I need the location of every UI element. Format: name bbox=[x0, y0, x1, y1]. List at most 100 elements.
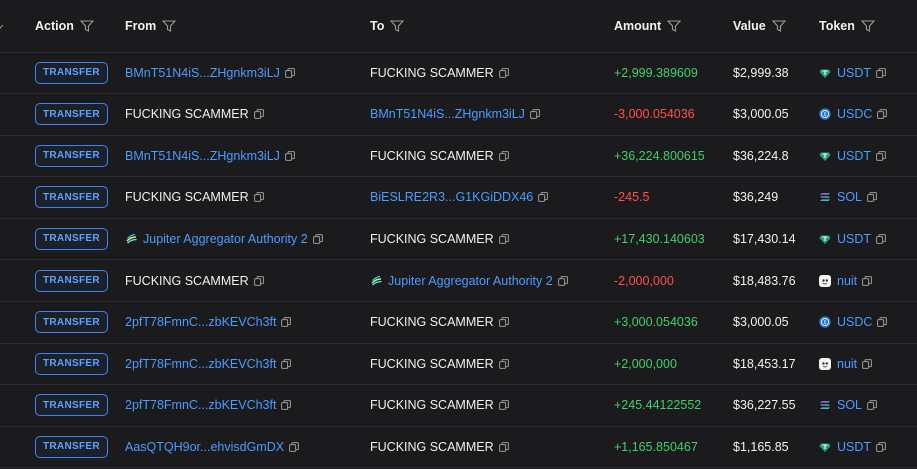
action-badge[interactable]: TRANSFER bbox=[35, 394, 108, 417]
value-cell: $3,000.05 bbox=[733, 302, 789, 343]
copy-icon[interactable] bbox=[253, 275, 264, 286]
action-cell: TRANSFER bbox=[35, 302, 108, 343]
action-badge[interactable]: TRANSFER bbox=[35, 61, 108, 84]
copy-icon[interactable] bbox=[498, 67, 509, 78]
copy-icon[interactable] bbox=[862, 275, 873, 286]
column-header-label: From bbox=[125, 19, 157, 33]
to-cell: FUCKING SCAMMER bbox=[370, 135, 509, 176]
action-badge[interactable]: TRANSFER bbox=[35, 186, 108, 209]
token-link[interactable]: USDC bbox=[837, 315, 872, 329]
copy-icon[interactable] bbox=[538, 192, 549, 203]
token-link[interactable]: USDT bbox=[837, 232, 871, 246]
column-header-from[interactable]: From bbox=[125, 0, 177, 52]
copy-icon[interactable] bbox=[285, 67, 295, 78]
action-badge[interactable]: TRANSFER bbox=[35, 269, 108, 292]
usdc-icon bbox=[819, 108, 831, 120]
copy-icon[interactable] bbox=[253, 192, 264, 203]
copy-icon[interactable] bbox=[289, 441, 299, 452]
to-cell: BMnT51N4iS...ZHgnkm3iLJ bbox=[370, 94, 540, 135]
table-row[interactable]: TRANSFER Jupiter Aggregator Authority 2 … bbox=[0, 218, 917, 261]
token-link[interactable]: USDT bbox=[837, 66, 871, 80]
copy-icon[interactable] bbox=[867, 192, 877, 203]
table-row[interactable]: TRANSFER AasQTQH9or...ehvisdGmDX FUCKING… bbox=[0, 426, 917, 469]
copy-icon[interactable] bbox=[498, 317, 509, 327]
from-address[interactable]: Jupiter Aggregator Authority 2 bbox=[143, 232, 308, 246]
token-link[interactable]: USDT bbox=[837, 149, 871, 163]
copy-icon[interactable] bbox=[498, 233, 509, 244]
copy-icon[interactable] bbox=[877, 317, 888, 327]
from-address[interactable]: BMnT51N4iS...ZHgnkm3iLJ bbox=[125, 66, 280, 80]
copy-icon[interactable] bbox=[557, 275, 568, 286]
action-cell: TRANSFER bbox=[35, 218, 108, 259]
action-badge[interactable]: TRANSFER bbox=[35, 144, 108, 167]
action-badge[interactable]: TRANSFER bbox=[35, 227, 108, 250]
table-row[interactable]: TRANSFER FUCKING SCAMMER Jupiter Aggrega… bbox=[0, 260, 917, 302]
copy-icon[interactable] bbox=[285, 150, 295, 161]
column-header-value[interactable]: Value bbox=[733, 0, 786, 52]
table-row[interactable]: TRANSFER BMnT51N4iS...ZHgnkm3iLJ FUCKING… bbox=[0, 52, 917, 94]
amount-cell: +17,430.140603 bbox=[614, 218, 705, 259]
action-badge[interactable]: TRANSFER bbox=[35, 103, 108, 126]
to-cell: FUCKING SCAMMER bbox=[370, 385, 509, 426]
copy-icon[interactable] bbox=[498, 441, 509, 452]
amount-value: +2,999.389609 bbox=[614, 65, 698, 80]
token-link[interactable]: SOL bbox=[837, 398, 862, 412]
from-address[interactable]: AasQTQH9or...ehvisdGmDX bbox=[125, 440, 284, 454]
action-badge[interactable]: TRANSFER bbox=[35, 435, 108, 458]
table-row[interactable]: TRANSFER 2pfT78FmnC...zbKEVCh3ft FUCKING… bbox=[0, 302, 917, 344]
to-address: FUCKING SCAMMER bbox=[370, 315, 494, 330]
chevron-down-icon[interactable] bbox=[0, 24, 3, 30]
action-badge[interactable]: TRANSFER bbox=[35, 352, 108, 375]
copy-icon[interactable] bbox=[876, 150, 886, 161]
table-row[interactable]: TRANSFER BMnT51N4iS...ZHgnkm3iLJ FUCKING… bbox=[0, 135, 917, 178]
copy-icon[interactable] bbox=[876, 441, 886, 452]
token-link[interactable]: SOL bbox=[837, 190, 862, 204]
table-row[interactable]: TRANSFER 2pfT78FmnC...zbKEVCh3ft FUCKING… bbox=[0, 385, 917, 427]
filter-icon[interactable] bbox=[79, 20, 94, 32]
copy-icon[interactable] bbox=[281, 358, 292, 369]
action-badge[interactable]: TRANSFER bbox=[35, 311, 108, 334]
copy-icon[interactable] bbox=[867, 400, 877, 411]
filter-icon[interactable] bbox=[771, 20, 786, 32]
token-link[interactable]: USDC bbox=[837, 107, 872, 121]
to-address[interactable]: BMnT51N4iS...ZHgnkm3iLJ bbox=[370, 107, 525, 121]
table-row[interactable]: TRANSFER FUCKING SCAMMER BMnT51N4iS...ZH… bbox=[0, 94, 917, 136]
copy-icon[interactable] bbox=[876, 233, 886, 244]
copy-icon[interactable] bbox=[498, 150, 509, 161]
from-address[interactable]: BMnT51N4iS...ZHgnkm3iLJ bbox=[125, 149, 280, 163]
filter-icon[interactable] bbox=[860, 20, 875, 32]
copy-icon[interactable] bbox=[281, 400, 292, 411]
to-cell: FUCKING SCAMMER bbox=[370, 426, 509, 467]
column-header-to[interactable]: To bbox=[370, 0, 405, 52]
copy-icon[interactable] bbox=[530, 109, 540, 119]
usd-value: $3,000.05 bbox=[733, 315, 789, 330]
to-address[interactable]: BiESLRE2R3...G1KGiDDX46 bbox=[370, 190, 533, 204]
copy-icon[interactable] bbox=[862, 358, 873, 369]
copy-icon[interactable] bbox=[498, 358, 509, 369]
table-row[interactable]: TRANSFER 2pfT78FmnC...zbKEVCh3ft FUCKING… bbox=[0, 343, 917, 386]
column-header-amount[interactable]: Amount bbox=[614, 0, 682, 52]
from-address[interactable]: 2pfT78FmnC...zbKEVCh3ft bbox=[125, 315, 276, 329]
copy-icon[interactable] bbox=[253, 109, 264, 119]
column-header-token[interactable]: Token bbox=[819, 0, 875, 52]
copy-icon[interactable] bbox=[281, 317, 292, 327]
table-row[interactable]: TRANSFER FUCKING SCAMMER BiESLRE2R3...G1… bbox=[0, 177, 917, 219]
token-link[interactable]: nuit bbox=[837, 357, 857, 371]
nuit-icon bbox=[819, 274, 831, 287]
from-cell: BMnT51N4iS...ZHgnkm3iLJ bbox=[125, 52, 295, 93]
from-address[interactable]: 2pfT78FmnC...zbKEVCh3ft bbox=[125, 357, 276, 371]
from-address[interactable]: 2pfT78FmnC...zbKEVCh3ft bbox=[125, 398, 276, 412]
copy-icon[interactable] bbox=[312, 233, 323, 244]
copy-icon[interactable] bbox=[498, 400, 509, 411]
copy-icon[interactable] bbox=[877, 109, 888, 119]
filter-icon[interactable] bbox=[390, 20, 405, 32]
token-link[interactable]: USDT bbox=[837, 440, 871, 454]
to-address[interactable]: Jupiter Aggregator Authority 2 bbox=[388, 274, 553, 288]
copy-icon[interactable] bbox=[876, 67, 886, 78]
to-address: FUCKING SCAMMER bbox=[370, 356, 494, 371]
filter-icon[interactable] bbox=[667, 20, 682, 32]
filter-icon[interactable] bbox=[162, 20, 177, 32]
action-cell: TRANSFER bbox=[35, 426, 108, 467]
column-header-action[interactable]: Action bbox=[35, 0, 94, 52]
token-link[interactable]: nuit bbox=[837, 274, 857, 288]
